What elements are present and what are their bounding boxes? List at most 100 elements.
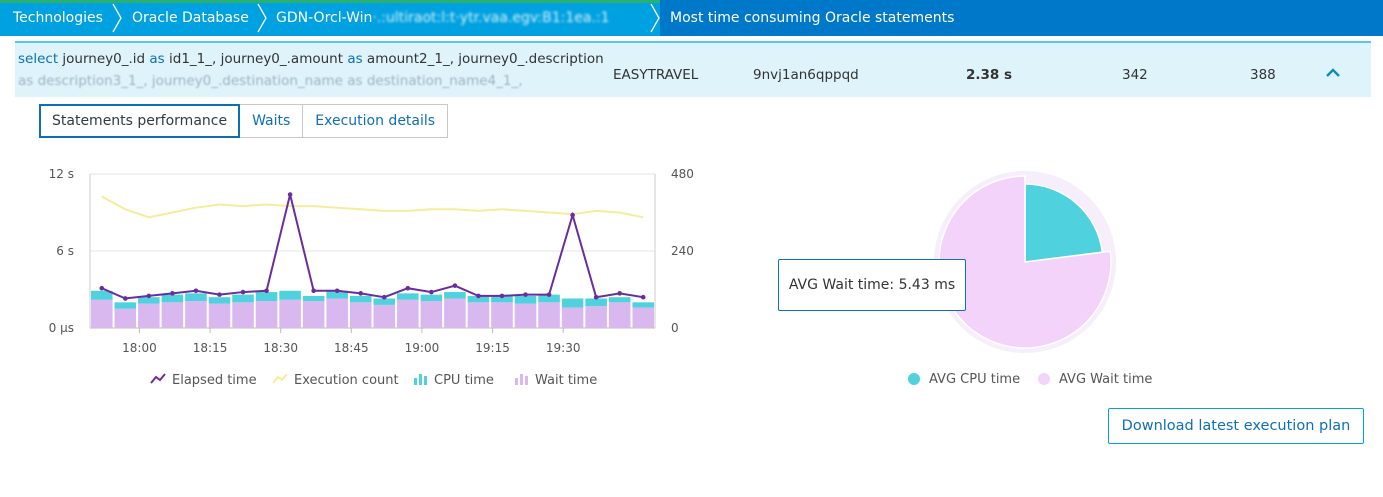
wait-time-bar[interactable] [255, 301, 278, 328]
cpu-time-bar[interactable] [608, 297, 631, 303]
statement-row[interactable]: select journey0_.id as id1_1_, journey0_… [15, 41, 1371, 97]
wait-time-bar[interactable] [561, 307, 584, 328]
tab-execution-details[interactable]: Execution details [302, 104, 449, 138]
tab-waits[interactable]: Waits [239, 104, 304, 138]
cpu-time-bar[interactable] [632, 302, 654, 308]
elapsed-time-point[interactable] [640, 294, 646, 300]
legend-cpu-time[interactable]: CPU time [413, 373, 494, 388]
elapsed-time-point[interactable] [217, 292, 222, 297]
elapsed-time-point[interactable] [99, 285, 105, 291]
elapsed-time-point[interactable] [240, 289, 246, 295]
legend-label: AVG Wait time [1059, 372, 1153, 387]
cpu-time-bar[interactable] [279, 290, 301, 300]
wait-time-bar[interactable] [349, 302, 372, 328]
breadcrumb-technologies[interactable]: Technologies [13, 0, 103, 36]
sql-id-cell: 9nvj1an6qppqd [753, 67, 859, 83]
legend-dot-icon [908, 373, 920, 385]
elapsed-time-point[interactable] [287, 192, 293, 197]
wait-time-bar[interactable] [420, 301, 443, 328]
sql-keyword: as [149, 51, 165, 67]
legend-label: Wait time [535, 373, 598, 388]
cpu-time-bar[interactable] [161, 294, 184, 303]
breadcrumb: Technologies Oracle Database GDN-Orcl-Wi… [0, 0, 1383, 36]
legend-dot-icon [1038, 373, 1050, 385]
elapsed-time-point[interactable] [123, 296, 128, 301]
wait-time-bar[interactable] [279, 299, 301, 328]
wait-time-bar[interactable] [161, 302, 184, 328]
elapsed-time-point[interactable] [617, 291, 622, 296]
wait-time-bar[interactable] [585, 306, 607, 328]
breadcrumb-host-redacted: ·.:ultiraot:l:t·ytr.vaa.egv:B1:1ea.:1 [372, 10, 610, 26]
cpu-time-bar[interactable] [514, 295, 537, 304]
wait-time-bar[interactable] [373, 304, 396, 328]
cpu-time-bar[interactable] [232, 294, 254, 303]
legend-execution-count[interactable]: Execution count [272, 373, 399, 388]
cpu-time-bar[interactable] [585, 298, 607, 307]
tab-statements-performance[interactable]: Statements performance [39, 104, 241, 138]
cpu-time-bar[interactable] [302, 295, 325, 302]
elapsed-time-point[interactable] [193, 288, 199, 294]
elapsed-time-point[interactable] [381, 294, 387, 300]
wait-time-bar[interactable] [91, 299, 113, 328]
chevron-up-icon[interactable] [1325, 65, 1341, 81]
legend-avg-wait-time[interactable]: AVG Wait time [1038, 372, 1152, 387]
wait-time-bar[interactable] [444, 298, 466, 328]
sql-keyword: select [18, 51, 59, 67]
elapsed-time-point[interactable] [523, 292, 528, 297]
cpu-time-bar[interactable] [397, 293, 419, 300]
cpu-time-bar[interactable] [444, 292, 466, 299]
cpu-time-bar[interactable] [208, 297, 231, 304]
wait-time-bar[interactable] [138, 303, 160, 328]
elapsed-time-point[interactable] [405, 285, 411, 291]
total-time-cell: 2.38 s [966, 67, 1013, 83]
wait-time-bar[interactable] [397, 299, 419, 328]
cpu-time-bar[interactable] [561, 298, 584, 308]
cpu-time-bar[interactable] [114, 302, 137, 309]
wait-time-bar[interactable] [208, 303, 231, 328]
cpu-time-bar[interactable] [255, 292, 278, 302]
download-execution-plan-button[interactable]: Download latest execution plan [1108, 408, 1364, 444]
breadcrumb-host-name: GDN-Orcl-Win [276, 10, 373, 26]
sql-token: id1_1_, journey0_.amount [164, 51, 348, 67]
wait-time-bar[interactable] [232, 302, 254, 328]
wait-time-bar[interactable] [114, 308, 137, 328]
y-left-tick-label: 12 s [49, 167, 74, 181]
elapsed-time-point[interactable] [146, 293, 152, 299]
wait-time-bar[interactable] [326, 298, 348, 328]
wait-time-bar[interactable] [632, 307, 654, 328]
breadcrumb-oracle-database[interactable]: Oracle Database [132, 0, 249, 36]
bar-series-icon [515, 374, 528, 385]
wait-time-bar[interactable] [491, 302, 513, 328]
elapsed-time-point[interactable] [264, 288, 269, 294]
elapsed-time-point[interactable] [358, 291, 364, 296]
wait-time-bar[interactable] [608, 302, 631, 328]
cpu-time-bar[interactable] [420, 294, 443, 302]
elapsed-time-point[interactable] [429, 289, 434, 295]
wait-time-bar[interactable] [514, 303, 537, 328]
pie-slice-cpu-time[interactable] [1024, 183, 1104, 263]
y-left-tick-label: 6 s [56, 244, 74, 258]
legend-label: Elapsed time [172, 373, 257, 388]
legend-wait-time[interactable]: Wait time [514, 373, 597, 388]
elapsed-time-point[interactable] [452, 283, 458, 288]
elapsed-time-point[interactable] [570, 212, 575, 218]
wait-time-bar[interactable] [467, 302, 490, 328]
cpu-time-bar[interactable] [349, 295, 372, 303]
elapsed-time-point[interactable] [499, 293, 505, 299]
legend-label: AVG CPU time [929, 372, 1021, 387]
elapsed-time-point[interactable] [546, 292, 552, 297]
legend-label: Execution count [294, 373, 399, 388]
legend-avg-cpu-time[interactable]: AVG CPU time [908, 372, 1020, 387]
wait-time-bar[interactable] [538, 302, 560, 328]
breadcrumb-host[interactable]: GDN-Orcl-Win·.:ultiraot:l:t·ytr.vaa.egv:… [276, 0, 610, 36]
elapsed-time-point[interactable] [593, 294, 599, 300]
legend-elapsed-time[interactable]: Elapsed time [150, 373, 257, 388]
elapsed-time-point[interactable] [311, 288, 316, 294]
wait-time-bar[interactable] [185, 301, 207, 328]
elapsed-time-point[interactable] [334, 288, 340, 294]
cpu-time-bar[interactable] [185, 293, 207, 302]
elapsed-time-point[interactable] [170, 291, 175, 296]
elapsed-time-point[interactable] [476, 293, 481, 299]
wait-time-bar[interactable] [302, 301, 325, 328]
tab-bar: Statements performance Waits Execution d… [39, 104, 449, 138]
